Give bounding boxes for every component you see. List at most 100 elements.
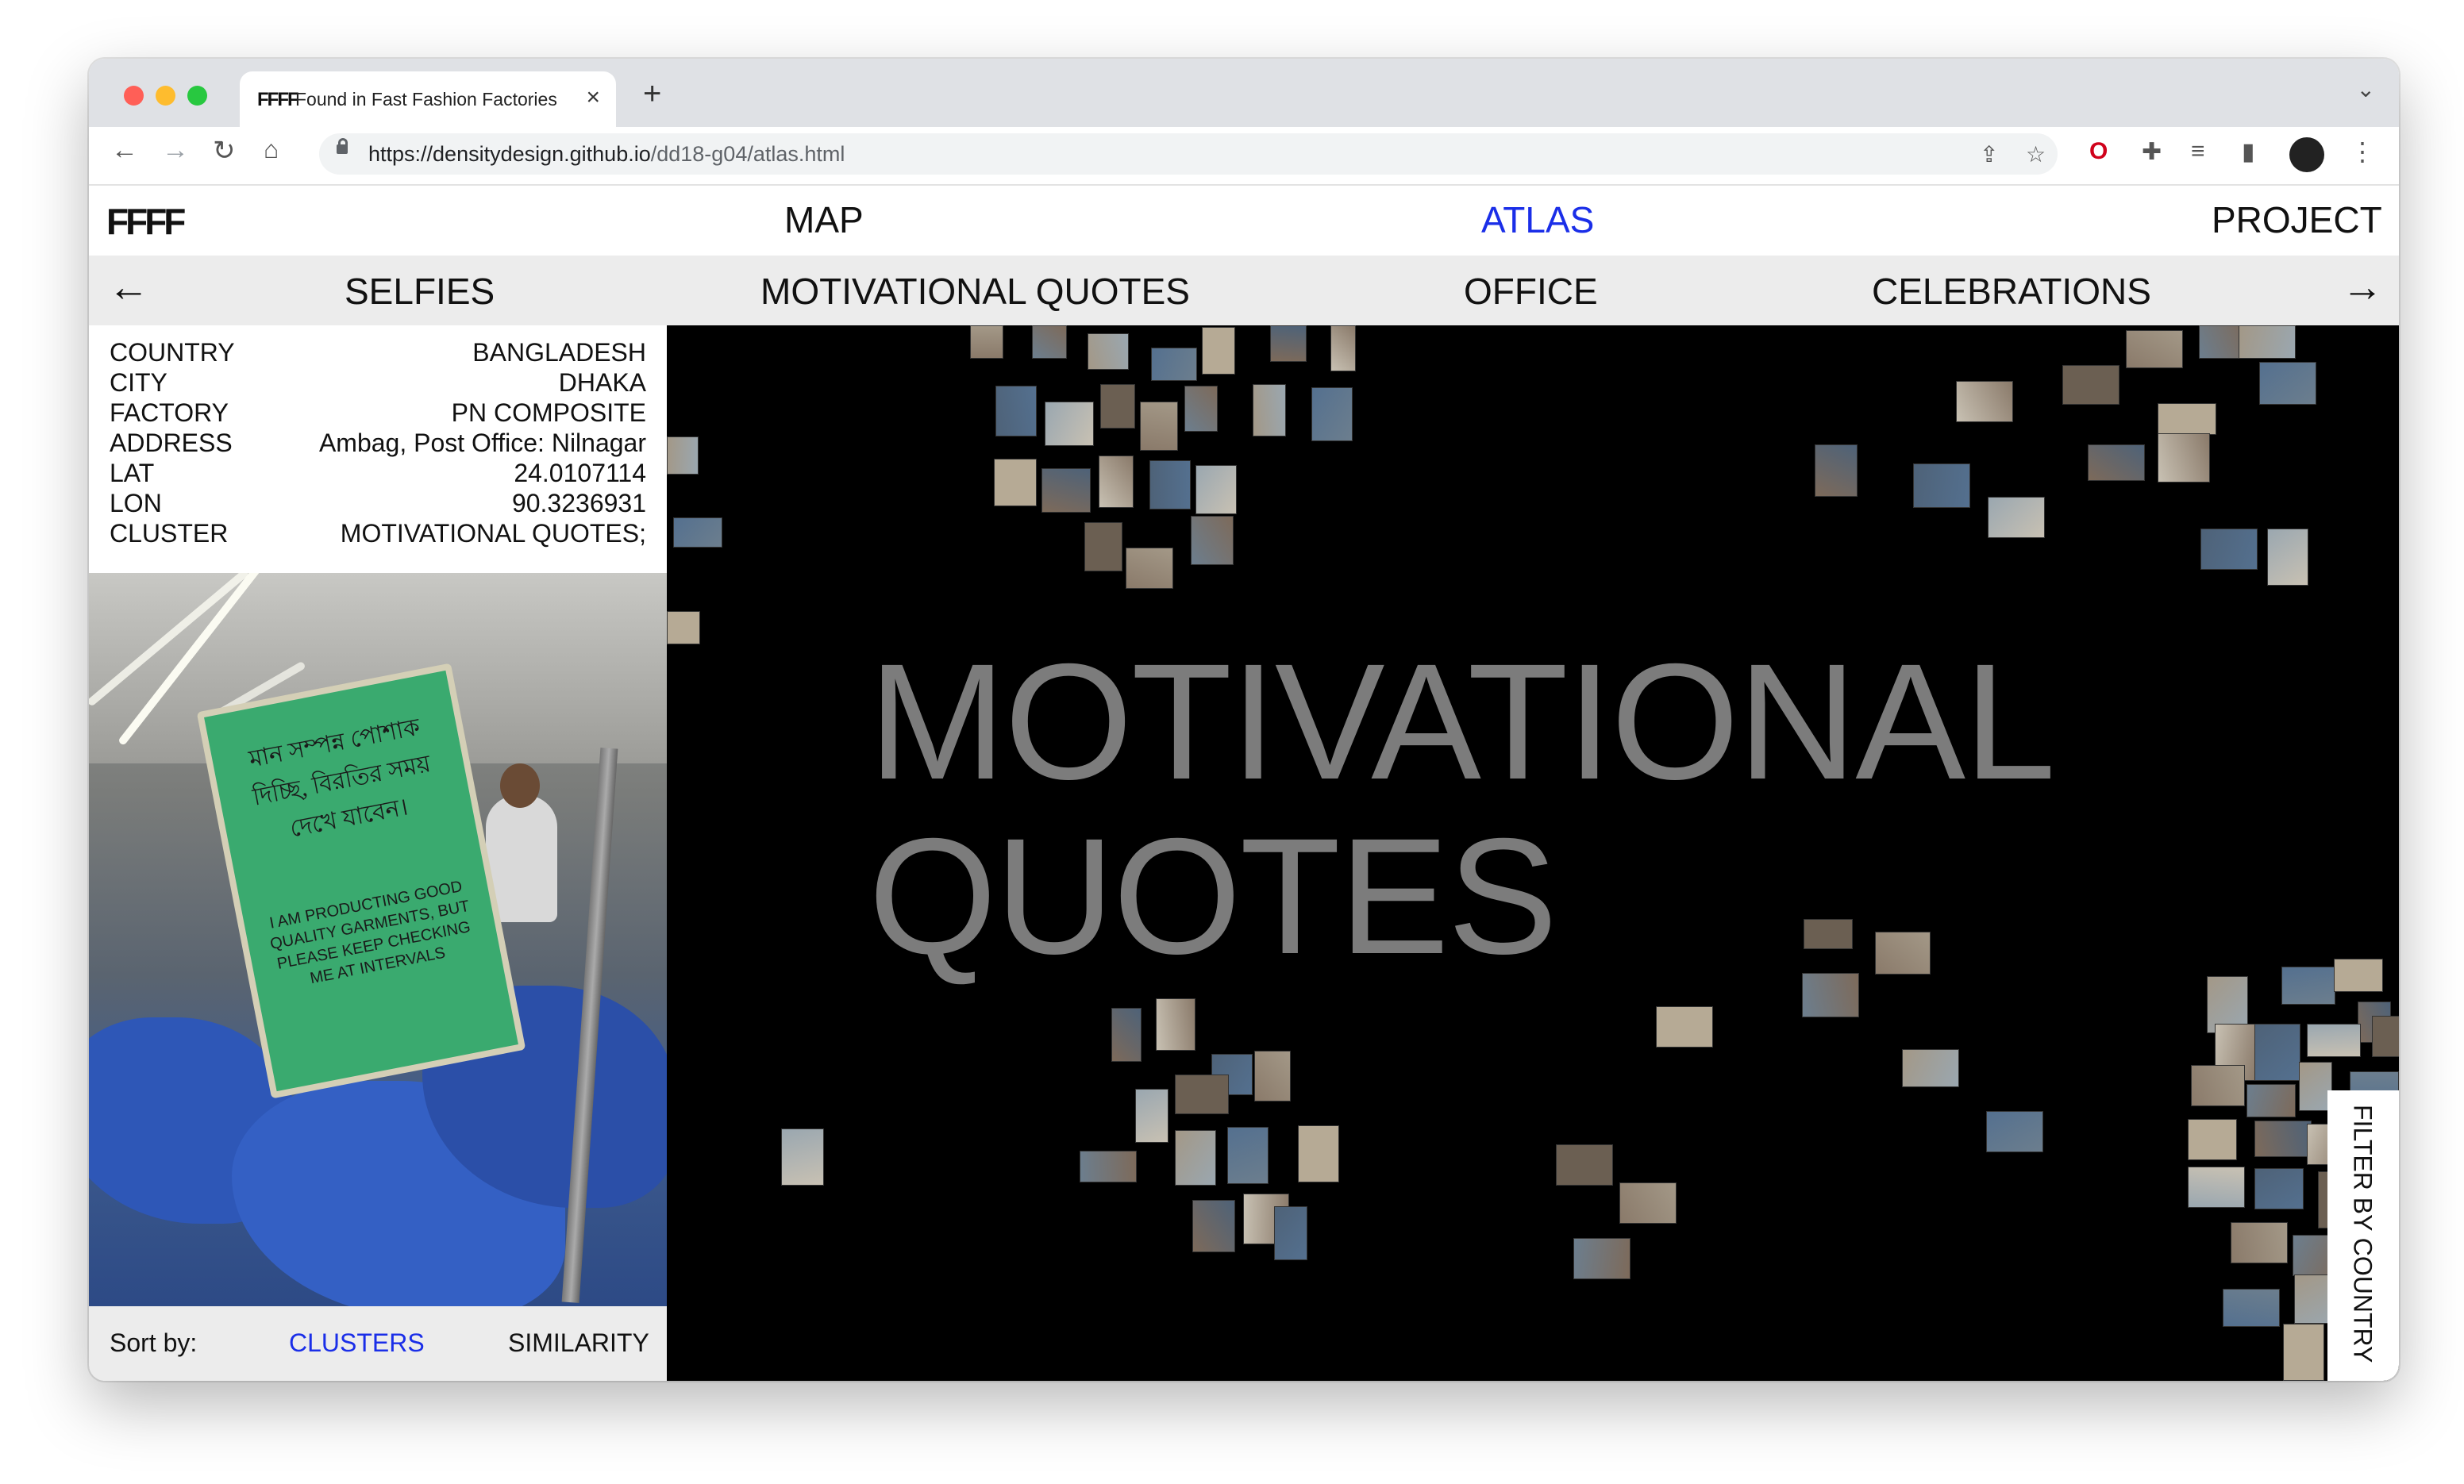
close-tab-icon[interactable]: × xyxy=(586,84,600,111)
nav-project[interactable]: PROJECT xyxy=(2212,198,2382,241)
atlas-thumbnail[interactable] xyxy=(1330,325,1356,371)
cluster-office[interactable]: OFFICE xyxy=(1464,270,1598,313)
address-bar[interactable]: https://densitydesign.github.io/dd18-g04… xyxy=(319,133,2058,175)
browser-tab[interactable]: FFFF Found in Fast Fashion Factories × xyxy=(240,71,616,127)
new-tab-icon[interactable]: + xyxy=(643,76,661,112)
atlas-thumbnail[interactable] xyxy=(2158,433,2210,482)
atlas-thumbnail[interactable] xyxy=(2254,1121,2312,1157)
atlas-thumbnail[interactable] xyxy=(1100,384,1135,429)
atlas-thumbnail[interactable] xyxy=(1175,1075,1229,1114)
atlas-thumbnail[interactable] xyxy=(1149,460,1191,509)
home-icon[interactable]: ⌂ xyxy=(264,135,279,164)
atlas-thumbnail[interactable] xyxy=(673,517,722,548)
atlas-thumbnail[interactable] xyxy=(2223,1289,2280,1327)
atlas-thumbnail[interactable] xyxy=(2088,444,2145,481)
opera-icon[interactable]: O xyxy=(2089,138,2108,165)
atlas-thumbnail[interactable] xyxy=(1175,1130,1216,1186)
atlas-thumbnail[interactable] xyxy=(1080,1151,1137,1182)
menu-icon[interactable]: ⋮ xyxy=(2350,136,2375,167)
atlas-thumbnail[interactable] xyxy=(1195,465,1237,514)
minimize-window-button[interactable] xyxy=(156,86,175,106)
atlas-thumbnail[interactable] xyxy=(1135,1089,1168,1143)
atlas-thumbnail[interactable] xyxy=(1084,522,1122,571)
star-icon[interactable]: ☆ xyxy=(2026,141,2046,167)
atlas-thumbnail[interactable] xyxy=(1156,998,1195,1051)
atlas-thumbnail[interactable] xyxy=(1619,1182,1677,1224)
atlas-thumbnail[interactable] xyxy=(1875,932,1931,975)
atlas-thumbnail[interactable] xyxy=(1802,973,1859,1017)
media-icon[interactable]: ≡ xyxy=(2191,138,2205,165)
atlas-thumbnail[interactable] xyxy=(2126,330,2183,368)
atlas-thumbnail[interactable] xyxy=(1253,384,1286,436)
reload-icon[interactable]: ↻ xyxy=(213,135,236,167)
atlas-thumbnail[interactable] xyxy=(2254,1168,2304,1209)
forward-icon[interactable]: → xyxy=(162,135,189,166)
atlas-thumbnail[interactable] xyxy=(2246,1084,2296,1117)
nav-map[interactable]: MAP xyxy=(784,198,864,241)
atlas-thumbnail[interactable] xyxy=(1202,327,1235,375)
lock-icon[interactable] xyxy=(337,138,348,154)
atlas-thumbnail[interactable] xyxy=(1227,1127,1269,1184)
atlas-canvas[interactable]: MOTIVATIONAL QUOTES FILTER BY COUNTRY xyxy=(667,325,2399,1381)
extensions-icon[interactable]: ✚ xyxy=(2142,138,2162,166)
atlas-thumbnail[interactable] xyxy=(1956,381,2013,422)
atlas-thumbnail[interactable] xyxy=(781,1128,824,1186)
atlas-thumbnail[interactable] xyxy=(995,386,1037,436)
atlas-thumbnail[interactable] xyxy=(667,436,699,475)
atlas-thumbnail[interactable] xyxy=(1556,1144,1613,1186)
tab-search-chevron-icon[interactable]: ⌄ xyxy=(2357,76,2375,102)
atlas-thumbnail[interactable] xyxy=(1126,548,1173,589)
atlas-thumbnail[interactable] xyxy=(1192,1200,1235,1252)
atlas-thumbnail[interactable] xyxy=(1032,325,1067,359)
atlas-thumbnail[interactable] xyxy=(1573,1238,1630,1279)
atlas-thumbnail[interactable] xyxy=(1111,1008,1142,1062)
atlas-thumbnail[interactable] xyxy=(1191,516,1234,565)
atlas-thumbnail[interactable] xyxy=(2259,362,2316,405)
atlas-thumbnail[interactable] xyxy=(2188,1119,2237,1160)
atlas-thumbnail[interactable] xyxy=(1656,1006,1713,1048)
atlas-thumbnail[interactable] xyxy=(2283,1324,2324,1381)
atlas-thumbnail[interactable] xyxy=(1815,444,1858,497)
site-logo[interactable]: FFFF xyxy=(106,200,186,243)
arrow-left-icon[interactable]: ← xyxy=(108,263,149,311)
filter-by-country-button[interactable]: FILTER BY COUNTRY xyxy=(2327,1090,2399,1381)
atlas-thumbnail[interactable] xyxy=(2254,1024,2300,1081)
atlas-thumbnail[interactable] xyxy=(2372,1016,2399,1057)
atlas-thumbnail[interactable] xyxy=(1099,456,1134,508)
atlas-thumbnail[interactable] xyxy=(2334,959,2383,992)
atlas-thumbnail[interactable] xyxy=(970,325,1003,359)
close-window-button[interactable] xyxy=(124,86,144,106)
sort-similarity-button[interactable]: SIMILARITY xyxy=(508,1328,649,1358)
share-icon[interactable]: ⇪ xyxy=(1980,141,1998,167)
atlas-thumbnail[interactable] xyxy=(1254,1051,1291,1101)
atlas-thumbnail[interactable] xyxy=(1298,1125,1339,1182)
back-icon[interactable]: ← xyxy=(111,135,138,166)
sort-clusters-button[interactable]: CLUSTERS xyxy=(289,1328,425,1358)
atlas-thumbnail[interactable] xyxy=(2200,529,2258,570)
atlas-thumbnail[interactable] xyxy=(1804,919,1853,949)
sidepanel-icon[interactable]: ▮ xyxy=(2242,138,2255,166)
nav-atlas[interactable]: ATLAS xyxy=(1481,198,1594,241)
atlas-thumbnail[interactable] xyxy=(2158,403,2216,435)
atlas-thumbnail[interactable] xyxy=(1088,333,1129,370)
cluster-motivational-quotes[interactable]: MOTIVATIONAL QUOTES xyxy=(760,270,1190,313)
atlas-thumbnail[interactable] xyxy=(2191,1065,2245,1106)
atlas-thumbnail[interactable] xyxy=(1986,1111,2043,1152)
atlas-thumbnail[interactable] xyxy=(1041,468,1091,513)
atlas-thumbnail[interactable] xyxy=(2231,1222,2288,1263)
atlas-thumbnail[interactable] xyxy=(2239,325,2296,359)
atlas-thumbnail[interactable] xyxy=(1270,325,1307,362)
maximize-window-button[interactable] xyxy=(187,86,207,106)
url-text[interactable]: https://densitydesign.github.io/dd18-g04… xyxy=(368,142,845,167)
cluster-celebrations[interactable]: CELEBRATIONS xyxy=(1872,270,2151,313)
arrow-right-icon[interactable]: → xyxy=(2342,263,2383,311)
cluster-selfies[interactable]: SELFIES xyxy=(345,270,495,313)
atlas-thumbnail[interactable] xyxy=(2188,1167,2245,1208)
atlas-thumbnail[interactable] xyxy=(1184,386,1218,432)
atlas-thumbnail[interactable] xyxy=(2281,967,2335,1005)
atlas-thumbnail[interactable] xyxy=(1902,1049,1959,1087)
atlas-thumbnail[interactable] xyxy=(2307,1024,2361,1057)
profile-icon[interactable] xyxy=(2289,137,2324,172)
atlas-thumbnail[interactable] xyxy=(1274,1206,1307,1260)
atlas-thumbnail[interactable] xyxy=(1140,402,1178,451)
